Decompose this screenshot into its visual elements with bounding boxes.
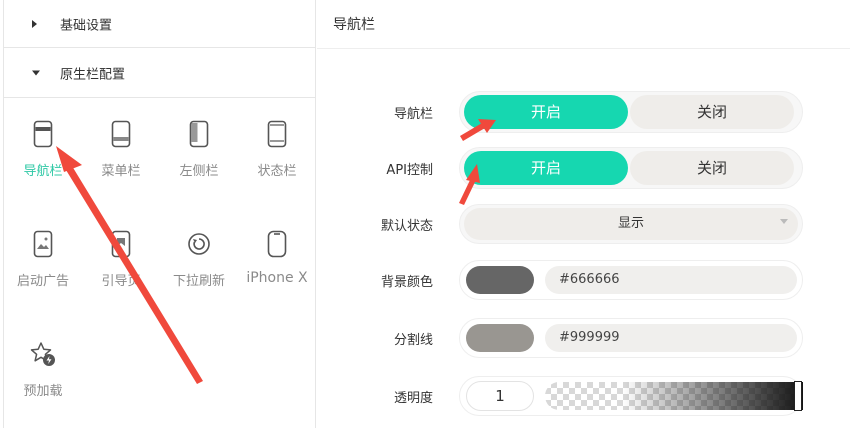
api-on-option[interactable]: 开启 [464, 151, 628, 185]
bg-color-label: 背景颜色 [380, 275, 433, 290]
default-state-label: 默认状态 [380, 219, 433, 234]
default-state-value: 显示 [464, 208, 798, 240]
tile-label: 引导页 [101, 274, 141, 289]
section-basic-settings[interactable]: 基础设置 [4, 0, 315, 48]
tile-label: iPhone X [246, 270, 308, 286]
section-label: 基础设置 [60, 18, 113, 33]
chevron-right-icon [32, 19, 37, 28]
opacity-label: 透明度 [393, 391, 433, 406]
api-control-toggle[interactable]: 开启 关闭 [459, 147, 803, 189]
opacity-input[interactable]: 1 [466, 381, 534, 411]
phone-image-icon [33, 230, 53, 258]
navbar-off-option[interactable]: 关闭 [630, 95, 794, 129]
navbar-toggle-label: 导航栏 [393, 107, 433, 122]
divider-color-row: #999999 [459, 318, 803, 358]
section-label: 原生栏配置 [60, 67, 126, 82]
api-control-label: API控制 [386, 163, 433, 178]
opacity-row: 1 [459, 376, 803, 416]
divider-color-label: 分割线 [393, 333, 433, 348]
bg-color-swatch[interactable] [466, 266, 534, 294]
tile-label: 导航栏 [23, 164, 63, 179]
navbar-toggle[interactable]: 开启 关闭 [459, 91, 803, 133]
bg-color-row: #666666 [459, 260, 803, 300]
star-bolt-icon [30, 342, 55, 366]
tile-navbar[interactable]: 导航栏 [4, 98, 82, 188]
tile-label: 菜单栏 [101, 164, 141, 179]
tile-left-sidebar[interactable]: 左侧栏 [160, 98, 238, 188]
tile-label: 下拉刷新 [172, 274, 225, 289]
tile-label: 预加载 [23, 384, 63, 399]
phone-guide-icon [111, 230, 131, 258]
tile-pull-refresh[interactable]: 下拉刷新 [160, 208, 238, 298]
tile-preload[interactable]: 预加载 [4, 318, 82, 408]
bg-color-input[interactable]: #666666 [545, 266, 797, 294]
phone-left-bar-icon [189, 120, 209, 148]
tile-menubar[interactable]: 菜单栏 [82, 98, 160, 188]
config-sidebar: 基础设置 原生栏配置 导航栏 菜单栏 左侧栏 状态栏 启动广告 引导页 下拉刷新… [3, 0, 316, 428]
tile-launch-ad[interactable]: 启动广告 [4, 208, 82, 298]
tile-guide-page[interactable]: 引导页 [82, 208, 160, 298]
tile-label: 左侧栏 [179, 164, 219, 179]
tile-statusbar[interactable]: 状态栏 [238, 98, 316, 188]
default-state-select[interactable]: 显示 [459, 204, 803, 244]
phone-status-bar-icon [267, 120, 287, 148]
opacity-slider-handle[interactable] [794, 381, 802, 411]
chevron-down-icon [32, 70, 40, 75]
phone-bottom-bar-icon [111, 120, 131, 148]
dropdown-caret-icon [780, 219, 788, 224]
title-divider [317, 48, 850, 49]
section-native-bar-config[interactable]: 原生栏配置 [4, 48, 315, 98]
api-off-option[interactable]: 关闭 [630, 151, 794, 185]
page-title: 导航栏 [333, 17, 375, 33]
iphone-x-icon [267, 230, 287, 258]
phone-top-bar-icon [33, 120, 53, 148]
opacity-slider[interactable] [545, 382, 803, 410]
refresh-circle-icon [188, 233, 210, 255]
tile-label: 状态栏 [257, 164, 297, 179]
divider-color-input[interactable]: #999999 [545, 324, 797, 352]
tile-label: 启动广告 [16, 274, 69, 289]
navbar-on-option[interactable]: 开启 [464, 95, 628, 129]
tile-iphone-x[interactable]: iPhone X [238, 208, 316, 298]
divider-color-swatch[interactable] [466, 324, 534, 352]
